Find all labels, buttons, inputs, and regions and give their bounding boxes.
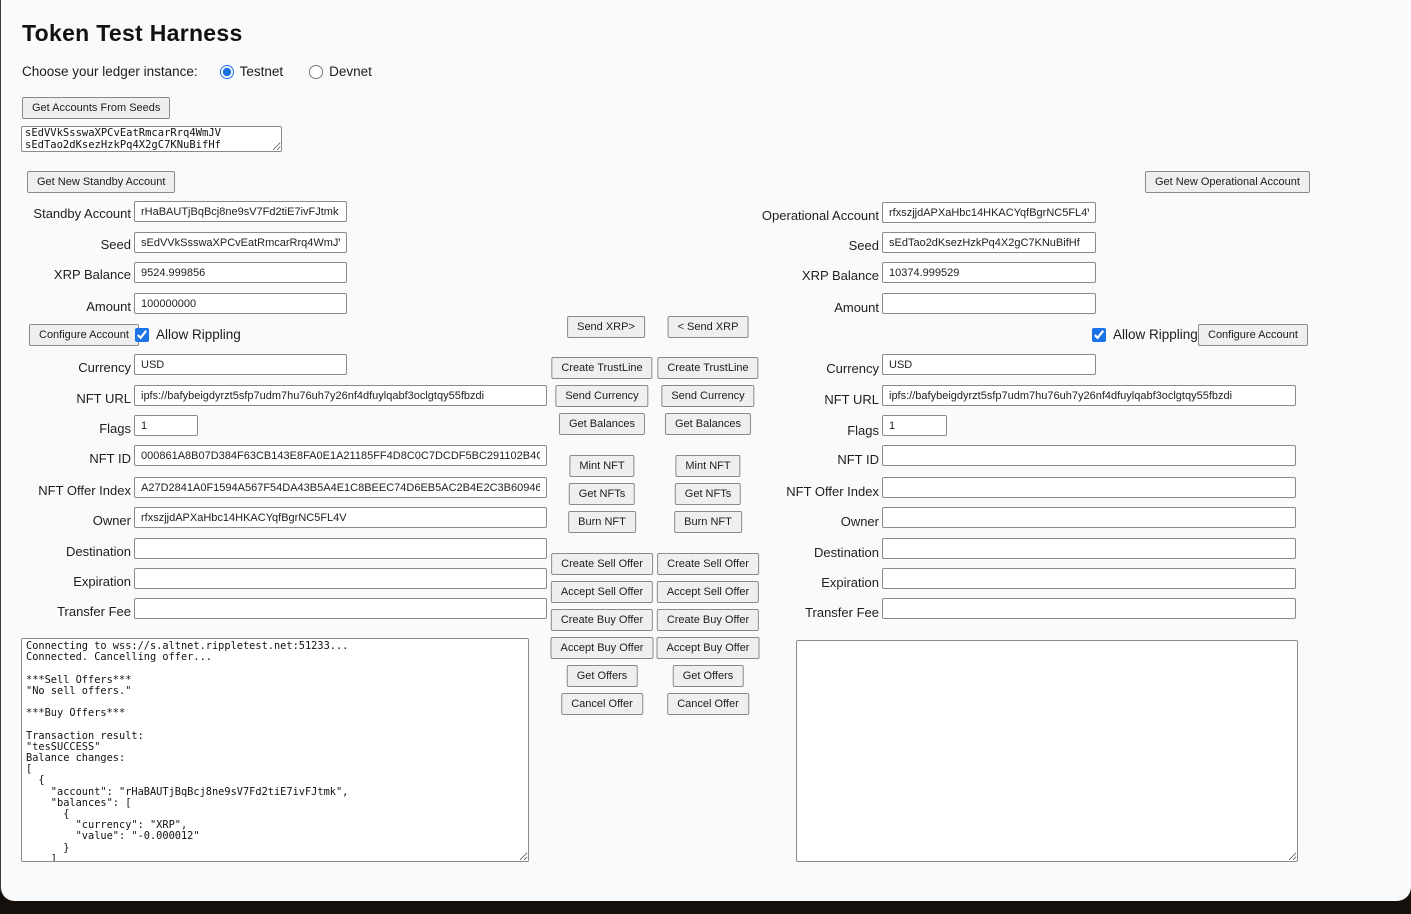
testnet-radio[interactable] — [220, 65, 234, 79]
operational-transfer-fee-input[interactable] — [882, 598, 1296, 619]
operational-currency-input[interactable] — [882, 354, 1096, 375]
standby-nft-offer-index-label: NFT Offer Index — [3, 483, 131, 498]
accept-buy-offer-operational-button[interactable]: Accept Buy Offer — [657, 637, 760, 659]
operational-destination-label: Destination — [699, 545, 879, 560]
operational-nft-offer-index-input[interactable] — [882, 477, 1296, 498]
operational-nft-offer-index-label: NFT Offer Index — [699, 484, 879, 499]
create-trustline-standby-button[interactable]: Create TrustLine — [551, 357, 652, 379]
devnet-radio-group: Devnet — [309, 64, 372, 79]
operational-transfer-fee-label: Transfer Fee — [699, 605, 879, 620]
operational-nft-id-label: NFT ID — [699, 452, 879, 467]
send-xrp-operational-button[interactable]: < Send XRP — [668, 316, 749, 338]
devnet-radio[interactable] — [309, 65, 323, 79]
token-test-harness-page: Token Test Harness Choose your ledger in… — [0, 0, 1411, 901]
standby-xrp-balance-label: XRP Balance — [3, 267, 131, 282]
operational-xrp-balance-label: XRP Balance — [699, 268, 879, 283]
operational-nft-url-label: NFT URL — [699, 392, 879, 407]
operational-seed-input[interactable] — [882, 232, 1096, 253]
operational-nft-id-input[interactable] — [882, 445, 1296, 466]
operational-destination-input[interactable] — [882, 538, 1296, 559]
operational-account-input[interactable] — [882, 202, 1096, 223]
seeds-textarea[interactable]: sEdVVkSsswaXPCvEatRmcarRrq4WmJV sEdTao2d… — [21, 126, 282, 152]
standby-amount-input[interactable] — [134, 293, 347, 314]
operational-seed-label: Seed — [699, 238, 879, 253]
standby-seed-input[interactable] — [134, 232, 347, 253]
operational-amount-input[interactable] — [882, 293, 1096, 314]
ledger-instance-row: Choose your ledger instance: Testnet Dev… — [22, 64, 398, 79]
standby-nft-id-input[interactable] — [134, 445, 547, 466]
standby-nft-url-input[interactable] — [134, 385, 547, 406]
get-new-standby-account-button[interactable]: Get New Standby Account — [27, 171, 175, 193]
standby-currency-input[interactable] — [134, 354, 347, 375]
operational-allow-rippling-label: Allow Rippling — [1113, 327, 1198, 342]
send-currency-standby-button[interactable]: Send Currency — [555, 385, 648, 407]
standby-allow-rippling-row: Allow Rippling — [135, 327, 241, 342]
standby-nft-url-label: NFT URL — [3, 391, 131, 406]
operational-account-label: Operational Account — [699, 208, 879, 223]
operational-owner-label: Owner — [699, 514, 879, 529]
standby-allow-rippling-label: Allow Rippling — [156, 327, 241, 342]
create-sell-offer-standby-button[interactable]: Create Sell Offer — [551, 553, 653, 575]
standby-owner-label: Owner — [3, 513, 131, 528]
create-buy-offer-standby-button[interactable]: Create Buy Offer — [551, 609, 653, 631]
standby-configure-account-button[interactable]: Configure Account — [29, 324, 139, 346]
get-accounts-from-seeds-button[interactable]: Get Accounts From Seeds — [22, 97, 170, 119]
send-xrp-standby-button[interactable]: Send XRP> — [567, 316, 645, 338]
operational-currency-label: Currency — [699, 361, 879, 376]
standby-expiration-label: Expiration — [3, 574, 131, 589]
operational-results-textarea[interactable] — [796, 640, 1298, 862]
operational-configure-account-button[interactable]: Configure Account — [1198, 324, 1308, 346]
operational-amount-label: Amount — [699, 300, 879, 315]
standby-expiration-input[interactable] — [134, 568, 547, 589]
cancel-offer-operational-button[interactable]: Cancel Offer — [667, 693, 749, 715]
standby-currency-label: Currency — [3, 360, 131, 375]
page-title: Token Test Harness — [22, 20, 243, 47]
accept-sell-offer-standby-button[interactable]: Accept Sell Offer — [551, 581, 653, 603]
standby-amount-label: Amount — [3, 299, 131, 314]
standby-nft-id-label: NFT ID — [3, 451, 131, 466]
standby-transfer-fee-input[interactable] — [134, 598, 547, 619]
operational-expiration-label: Expiration — [699, 575, 879, 590]
ledger-prompt-label: Choose your ledger instance: — [22, 64, 198, 79]
get-nfts-standby-button[interactable]: Get NFTs — [569, 483, 635, 505]
get-balances-standby-button[interactable]: Get Balances — [559, 413, 645, 435]
operational-nft-url-input[interactable] — [882, 385, 1296, 406]
standby-account-input[interactable] — [134, 201, 347, 222]
burn-nft-standby-button[interactable]: Burn NFT — [568, 511, 636, 533]
operational-expiration-input[interactable] — [882, 568, 1296, 589]
operational-flags-input[interactable] — [882, 415, 947, 436]
operational-allow-rippling-row: Allow Rippling — [1092, 327, 1198, 342]
standby-destination-input[interactable] — [134, 538, 547, 559]
cancel-offer-standby-button[interactable]: Cancel Offer — [561, 693, 643, 715]
get-new-operational-account-button[interactable]: Get New Operational Account — [1145, 171, 1310, 193]
operational-owner-input[interactable] — [882, 507, 1296, 528]
get-offers-operational-button[interactable]: Get Offers — [673, 665, 744, 687]
operational-flags-label: Flags — [699, 423, 879, 438]
get-offers-standby-button[interactable]: Get Offers — [567, 665, 638, 687]
standby-account-label: Standby Account — [3, 206, 131, 221]
testnet-radio-group: Testnet — [220, 64, 284, 79]
standby-seed-label: Seed — [3, 237, 131, 252]
mint-nft-standby-button[interactable]: Mint NFT — [569, 455, 634, 477]
standby-xrp-balance-input[interactable] — [134, 262, 347, 283]
devnet-radio-label: Devnet — [329, 64, 372, 79]
standby-destination-label: Destination — [3, 544, 131, 559]
operational-allow-rippling-checkbox[interactable] — [1092, 328, 1106, 342]
testnet-radio-label: Testnet — [240, 64, 284, 79]
standby-flags-input[interactable] — [134, 415, 198, 436]
standby-transfer-fee-label: Transfer Fee — [3, 604, 131, 619]
standby-owner-input[interactable] — [134, 507, 547, 528]
standby-flags-label: Flags — [3, 421, 131, 436]
operational-xrp-balance-input[interactable] — [882, 262, 1096, 283]
standby-results-textarea[interactable]: Connecting to wss://s.altnet.rippletest.… — [21, 638, 529, 862]
accept-buy-offer-standby-button[interactable]: Accept Buy Offer — [551, 637, 654, 659]
standby-allow-rippling-checkbox[interactable] — [135, 328, 149, 342]
standby-nft-offer-index-input[interactable] — [134, 477, 547, 498]
